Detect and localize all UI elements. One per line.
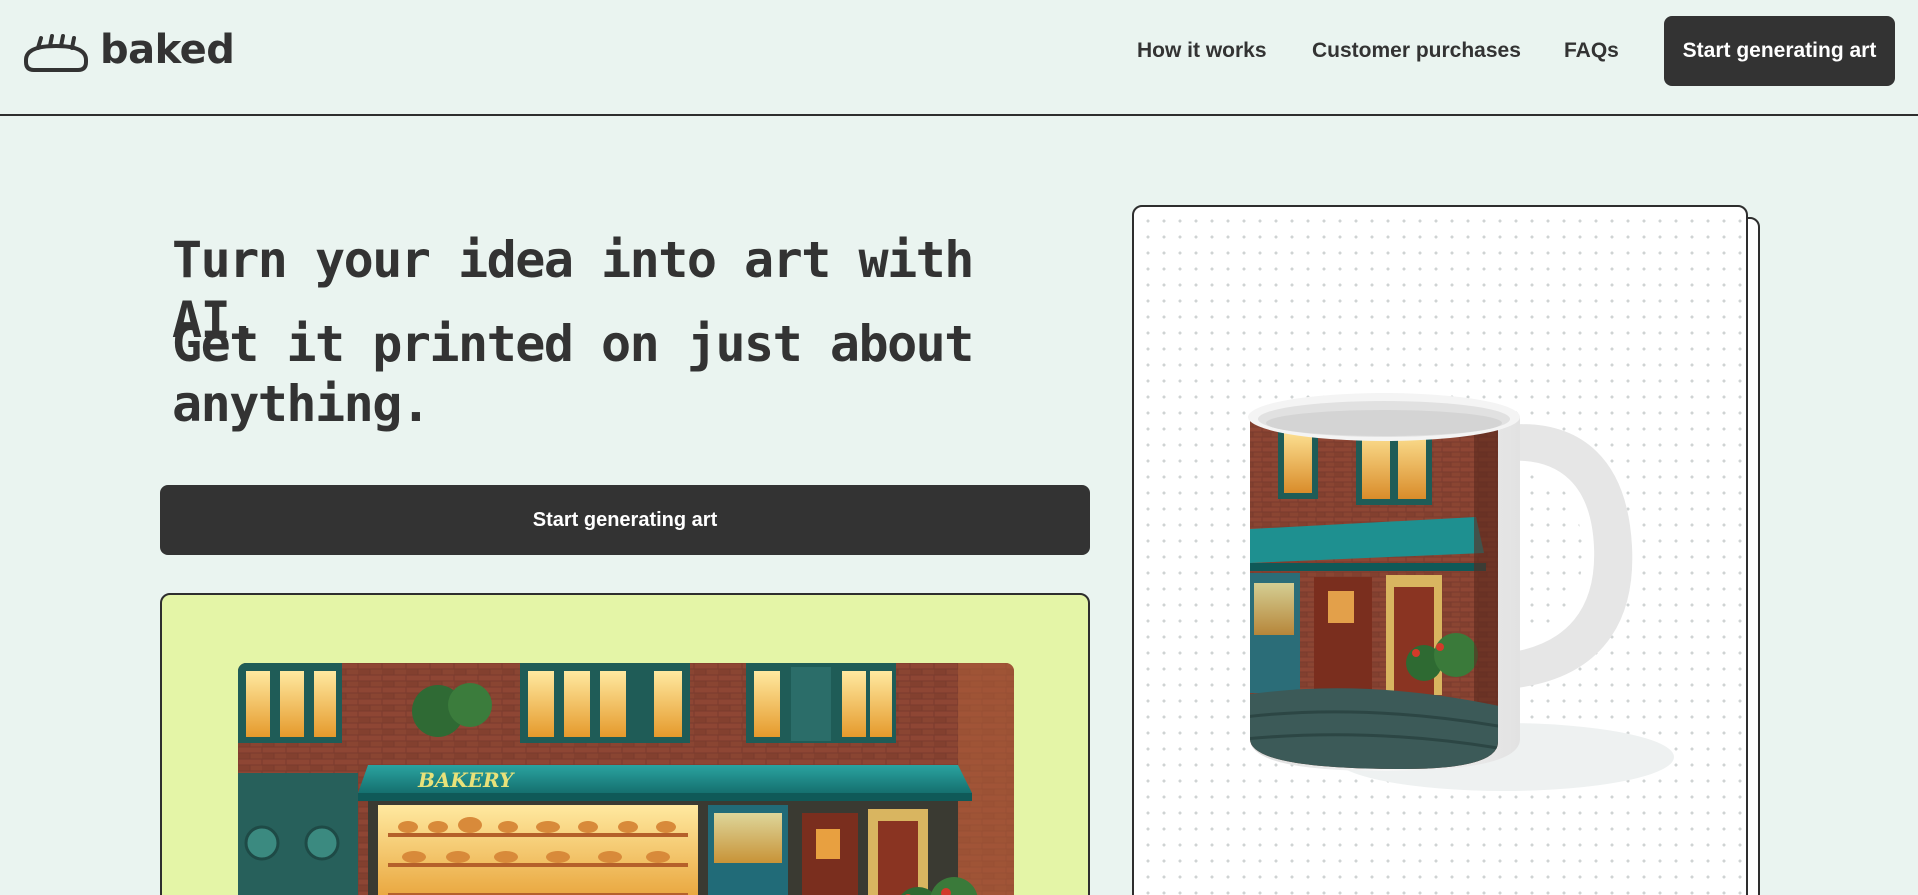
main-nav: How it works Customer purchases FAQs: [0, 36, 1918, 66]
awning-sign-text: BAKERY: [417, 768, 515, 792]
artwork-showcase: BAKERY: [160, 593, 1090, 895]
nav-faqs[interactable]: FAQs: [1564, 39, 1619, 63]
hero-subheadline: Get it printed on just about anything.: [172, 315, 974, 433]
nav-customer-purchases[interactable]: Customer purchases: [1312, 39, 1521, 63]
nav-how-it-works[interactable]: How it works: [1137, 39, 1267, 63]
mug-image: [1248, 393, 1674, 791]
site-header: baked How it works Customer purchases FA…: [0, 0, 1918, 116]
hero-start-generating-button[interactable]: Start generating art: [160, 485, 1090, 555]
product-preview-card: [1132, 205, 1748, 895]
header-start-generating-button[interactable]: Start generating art: [1664, 16, 1895, 86]
bakery-storefront-image: BAKERY: [238, 663, 1014, 895]
